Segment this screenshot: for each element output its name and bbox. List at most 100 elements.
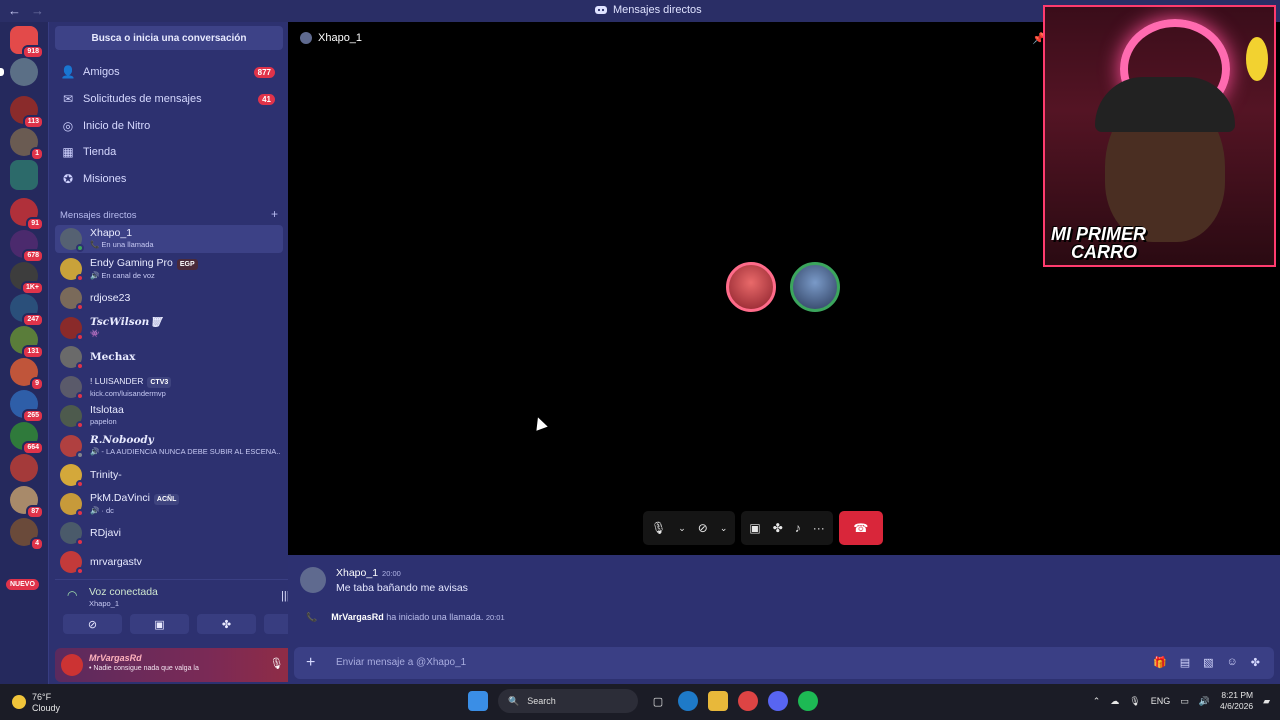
chevron-down-icon[interactable]: ⌄ [678,523,686,534]
taskbar-search[interactable]: 🔍 Search [498,689,638,713]
nav-quests[interactable]: ✪ Misiones [55,167,283,191]
dm-section-header: Mensajes directos + [60,208,278,221]
camera-off-icon[interactable]: ⊘ [698,521,708,535]
spotify-icon[interactable] [798,691,818,711]
requests-count-badge: 41 [258,93,275,105]
back-button[interactable]: ← [8,3,21,18]
server-icon[interactable] [10,454,38,482]
clock[interactable]: 8:21 PM 4/6/2026 [1220,690,1253,712]
windows-start-icon[interactable] [468,691,488,711]
media-controls: 🎙 ⌄ ⊘ ⌄ [643,511,736,545]
message-composer[interactable]: + Enviar mensaje a @Xhapo_1 🎁 ▤ ▧ ☺ ✤ [294,647,1274,679]
screen-share-icon[interactable]: ▣ [749,521,760,535]
voice-channel[interactable]: Xhapo_1 [89,599,119,608]
add-attachment-icon[interactable]: + [306,654,315,672]
avatar [60,464,84,488]
chevron-down-icon[interactable]: ⌄ [720,523,728,534]
nav-nitro[interactable]: ◎ Inicio de Nitro [55,114,283,138]
microphone-icon[interactable]: 🎙 [651,521,666,535]
system-message-user[interactable]: MrVargasRd [331,612,384,622]
dm-item-trinity[interactable]: Trinity- [55,461,283,489]
dm-item-rdjavi[interactable]: RDjavi [55,519,283,547]
call-header: Xhapo_1 [300,32,362,44]
server-icon[interactable]: 678 [10,230,44,263]
forward-button[interactable]: → [31,3,44,18]
camera-off-button[interactable]: ⊘ [63,614,122,634]
dm-item-rnoboody[interactable]: R.Noboody 🔊 - LA AUDIENCIA NUNCA DEBE SUB… [55,432,283,460]
search-conversation-button[interactable]: Busca o inicia una conversación [55,26,283,50]
participant-avatar[interactable] [790,262,840,312]
dm-item-luisander[interactable]: ! LUISANDER CTV3 kick.com/luisandermvp [55,373,283,401]
nav-message-requests[interactable]: ✉ Solicitudes de mensajes 41 [55,87,283,111]
more-options-icon[interactable]: ··· [813,521,825,535]
phone-icon: 📞 [306,612,318,622]
mail-icon: ✉ [62,92,74,106]
system-tray: ⌃ ☁ 🎙 ENG ▭ 🔊 8:21 PM 4/6/2026 ▰ [1093,690,1270,712]
chrome-icon[interactable] [738,691,758,711]
nav-shop[interactable]: ▦ Tienda [55,140,283,164]
nav-friends[interactable]: 👤 Amigos 877 [55,60,283,84]
server-icon[interactable]: 1 [10,128,44,161]
emoji-icon[interactable]: ☺ [1227,656,1238,669]
status-dot [76,392,84,400]
dm-item-xhapo[interactable]: Xhapo_1 📞 En una llamada [55,225,283,253]
hang-up-button[interactable]: ☎ [838,511,883,545]
signal-icon: ◠ [67,588,78,602]
dm-item-mechax[interactable]: Mechax [55,343,283,371]
message-input[interactable]: Enviar mensaje a @Xhapo_1 [336,657,466,668]
create-dm-button[interactable]: + [271,208,278,221]
server-icon[interactable]: 4 [10,518,44,551]
server-icon[interactable]: 664 [10,422,44,455]
participant-avatar[interactable] [726,262,776,312]
clan-tag: CTV3 [147,376,172,388]
notification-icon[interactable]: ▰ [1263,696,1270,707]
server-icon[interactable]: 265 [10,390,44,423]
network-icon[interactable]: ▭ [1180,696,1189,707]
onedrive-icon[interactable]: ☁ [1110,696,1119,707]
dm-item-endy[interactable]: Endy Gaming Pro EGP 🔊 En canal de voz [55,255,283,283]
apps-icon[interactable]: ✤ [1251,656,1260,669]
taskbar-search-label: Search [527,696,556,706]
activities-button[interactable]: ✤ [197,614,256,634]
volume-icon[interactable]: 🔊 [1199,696,1210,707]
file-explorer-icon[interactable] [708,691,728,711]
message-author[interactable]: Xhapo_1 [336,567,378,579]
weather-widget[interactable]: 76°F Cloudy [12,692,60,714]
chat-area: Xhapo_1 20:00 Me taba bañando me avisas 📞… [288,555,1280,684]
discord-taskbar-icon[interactable] [768,691,788,711]
dm-name: Endy Gaming Pro [90,257,173,269]
server-icon[interactable]: 1K+ [10,262,44,295]
microphone-icon[interactable]: 🎙 [269,657,283,670]
gift-icon[interactable]: 🎁 [1153,656,1167,669]
server-icon[interactable]: 918 [10,26,44,59]
status-dot [76,538,84,546]
edge-icon[interactable] [678,691,698,711]
dm-item-tscwilson[interactable]: TscWilson🗑 👾 [55,314,283,342]
server-icon[interactable]: 87 [10,486,44,519]
gif-icon[interactable]: ▤ [1180,656,1190,669]
task-view-icon[interactable]: ▢ [648,691,668,711]
server-icon[interactable]: 247 [10,294,44,327]
dm-item-pkmdavinci[interactable]: PkM.DaVinci ACÑL 🔊 · dc [55,490,283,518]
server-icon[interactable]: 91 [10,198,44,231]
activities-icon[interactable]: ✤ [773,521,783,535]
soundboard-icon[interactable]: ♪ [795,521,801,535]
friends-count-badge: 877 [253,66,275,78]
message-avatar[interactable] [300,567,326,593]
status-dot [76,480,84,488]
chevron-up-icon[interactable]: ⌃ [1093,696,1101,707]
dm-item-mrvargastv[interactable]: mrvargastv [55,548,283,576]
status-dot [76,362,84,370]
server-icon[interactable] [0,58,38,86]
share-screen-button[interactable]: ▣ [130,614,189,634]
dm-item-rdjose[interactable]: rdjose23 [55,284,283,312]
server-icon[interactable]: 113 [10,96,44,129]
language-indicator[interactable]: ENG [1151,696,1171,706]
mic-tray-icon[interactable]: 🎙 [1129,696,1140,707]
dm-item-itslotaa[interactable]: Itslotaa papelon [55,402,283,430]
sticker-icon[interactable]: ▧ [1203,656,1213,669]
server-icon[interactable]: 131 [10,326,44,359]
server-icon[interactable]: 9 [10,358,44,391]
folder-icon[interactable] [10,160,38,190]
user-avatar[interactable] [61,654,83,676]
